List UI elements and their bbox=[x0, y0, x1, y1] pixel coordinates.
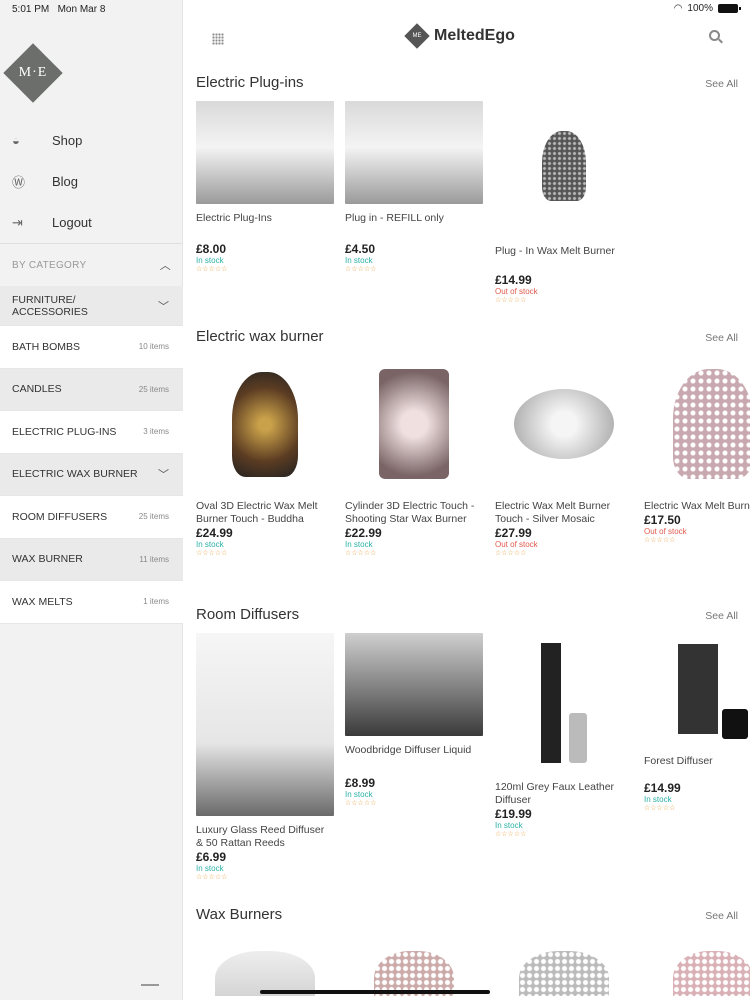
section-title: Electric wax burner bbox=[196, 328, 324, 345]
category-bath-bombs[interactable]: BATH BOMBS 10 items bbox=[0, 326, 183, 369]
product-card[interactable]: Luxury Glass Reed Diffuser & 50 Rattan R… bbox=[196, 633, 334, 881]
product-card[interactable] bbox=[644, 936, 750, 996]
rating-stars: ☆☆☆☆☆ bbox=[196, 550, 228, 557]
sidebar-item-shop[interactable]: ◒ Shop bbox=[0, 120, 183, 161]
product-card[interactable]: Forest Diffuser £14.99 In stock ☆☆☆☆☆ bbox=[644, 633, 750, 812]
product-image bbox=[196, 633, 334, 816]
product-image bbox=[644, 358, 750, 490]
home-indicator[interactable] bbox=[260, 990, 490, 994]
product-card[interactable]: Oval 3D Electric Wax Melt Burner Touch -… bbox=[196, 358, 334, 557]
chevron-down-icon: ﹀ bbox=[158, 469, 169, 482]
see-all-link[interactable]: See All bbox=[705, 610, 738, 622]
rating-stars: ☆☆☆☆☆ bbox=[644, 805, 676, 812]
battery-percent: 100% bbox=[687, 3, 713, 14]
section-room-diffusers: Room Diffusers See All Luxury Glass Reed… bbox=[196, 606, 750, 896]
product-card[interactable]: Woodbridge Diffuser Liquid £8.99 In stoc… bbox=[345, 633, 483, 807]
brand-header[interactable]: ME MeltedEgo bbox=[404, 23, 515, 49]
product-card[interactable]: Plug in - REFILL only £4.50 In stock ☆☆☆… bbox=[345, 101, 483, 273]
category-furniture-accessories[interactable]: FURNITURE/ ACCESSORIES ﹀ bbox=[0, 286, 183, 326]
category-electric-plug-ins[interactable]: ELECTRIC PLUG-INS 3 items bbox=[0, 411, 183, 454]
sidebar-item-blog[interactable]: Ⓦ Blog bbox=[0, 161, 183, 202]
product-image bbox=[495, 101, 633, 231]
product-image bbox=[644, 936, 750, 996]
product-image bbox=[644, 633, 750, 745]
product-image bbox=[196, 936, 334, 996]
logout-icon: ⇥ bbox=[12, 214, 23, 230]
basket-icon: ◒ bbox=[12, 133, 20, 148]
search-icon[interactable] bbox=[709, 30, 720, 41]
section-title: Electric Plug-ins bbox=[196, 74, 304, 91]
product-image bbox=[495, 936, 633, 996]
brand-name: MeltedEgo bbox=[434, 27, 515, 44]
wifi-icon: ◠ bbox=[673, 3, 683, 14]
product-card[interactable] bbox=[495, 936, 633, 996]
grid-menu-icon[interactable] bbox=[212, 33, 224, 45]
rating-stars: ☆☆☆☆☆ bbox=[644, 537, 676, 544]
product-card[interactable]: 120ml Grey Faux Leather Diffuser £19.99 … bbox=[495, 633, 633, 838]
category-wax-melts[interactable]: WAX MELTS 1 items bbox=[0, 581, 183, 624]
product-card[interactable]: Cylinder 3D Electric Touch - Shooting St… bbox=[345, 358, 483, 557]
product-image bbox=[345, 936, 483, 996]
see-all-link[interactable]: See All bbox=[705, 910, 738, 922]
product-image bbox=[495, 358, 633, 490]
rating-stars: ☆☆☆☆☆ bbox=[345, 550, 377, 557]
rating-stars: ☆☆☆☆☆ bbox=[196, 874, 228, 881]
brand-logo-small: ME bbox=[404, 23, 430, 49]
chevron-down-icon: ﹀ bbox=[158, 300, 169, 313]
rating-stars: ☆☆☆☆☆ bbox=[495, 831, 527, 838]
category-wax-burner[interactable]: WAX BURNER 11 items bbox=[0, 538, 183, 581]
status-bar: 5:01 PM Mon Mar 8 ◠ 100% bbox=[0, 0, 750, 18]
product-card[interactable] bbox=[345, 936, 483, 996]
category-room-diffusers[interactable]: ROOM DIFFUSERS 25 items bbox=[0, 496, 183, 539]
product-image bbox=[345, 358, 483, 490]
category-candles[interactable]: CANDLES 25 items bbox=[0, 368, 183, 411]
product-image bbox=[345, 101, 483, 204]
status-indicators: ◠ 100% bbox=[673, 3, 741, 14]
product-card[interactable]: Electric Wax Melt Burner Touch - Silver … bbox=[495, 358, 633, 557]
top-bar: ME MeltedEgo bbox=[184, 20, 750, 60]
rating-stars: ☆☆☆☆☆ bbox=[345, 800, 377, 807]
product-image bbox=[196, 101, 334, 204]
section-title: Room Diffusers bbox=[196, 606, 300, 623]
product-image bbox=[345, 633, 483, 736]
see-all-link[interactable]: See All bbox=[705, 332, 738, 344]
rating-stars: ☆☆☆☆☆ bbox=[495, 297, 527, 304]
product-image bbox=[495, 633, 633, 773]
brand-logo[interactable]: M·E bbox=[3, 43, 63, 103]
battery-icon bbox=[718, 4, 741, 13]
main-content: ME MeltedEgo Electric Plug-ins See All E… bbox=[184, 0, 750, 1000]
wordpress-icon: Ⓦ bbox=[12, 175, 26, 190]
see-all-link[interactable]: See All bbox=[705, 78, 738, 90]
section-electric-wax-burner: Electric wax burner See All Oval 3D Elec… bbox=[196, 328, 750, 588]
product-card[interactable]: Electric Plug-Ins £8.00 In stock ☆☆☆☆☆ bbox=[196, 101, 334, 273]
product-image bbox=[196, 358, 334, 490]
rating-stars: ☆☆☆☆☆ bbox=[345, 266, 377, 273]
status-time: 5:01 PM Mon Mar 8 bbox=[12, 4, 106, 15]
product-card[interactable]: Electric Wax Melt Burner Touch - Pink Dr… bbox=[644, 358, 750, 544]
category-heading[interactable]: BY CATEGORY ︿ bbox=[0, 244, 183, 286]
section-wax-burners: Wax Burners See All bbox=[196, 906, 750, 1000]
product-card[interactable]: Plug - In Wax Melt Burner £14.99 Out of … bbox=[495, 101, 633, 304]
rating-stars: ☆☆☆☆☆ bbox=[495, 550, 527, 557]
product-card[interactable] bbox=[196, 936, 334, 996]
rating-stars: ☆☆☆☆☆ bbox=[196, 266, 228, 273]
category-electric-wax-burner[interactable]: ELECTRIC WAX BURNER ﹀ bbox=[0, 453, 183, 496]
section-title: Wax Burners bbox=[196, 906, 283, 923]
sidebar: M·E ◒ Shop Ⓦ Blog ⇥ Logout BY CATEGORY ︿… bbox=[0, 0, 183, 1000]
sidebar-item-logout[interactable]: ⇥ Logout bbox=[0, 202, 183, 243]
chevron-up-icon: ︿ bbox=[159, 260, 171, 272]
section-electric-plug-ins: Electric Plug-ins See All Electric Plug-… bbox=[196, 74, 750, 314]
